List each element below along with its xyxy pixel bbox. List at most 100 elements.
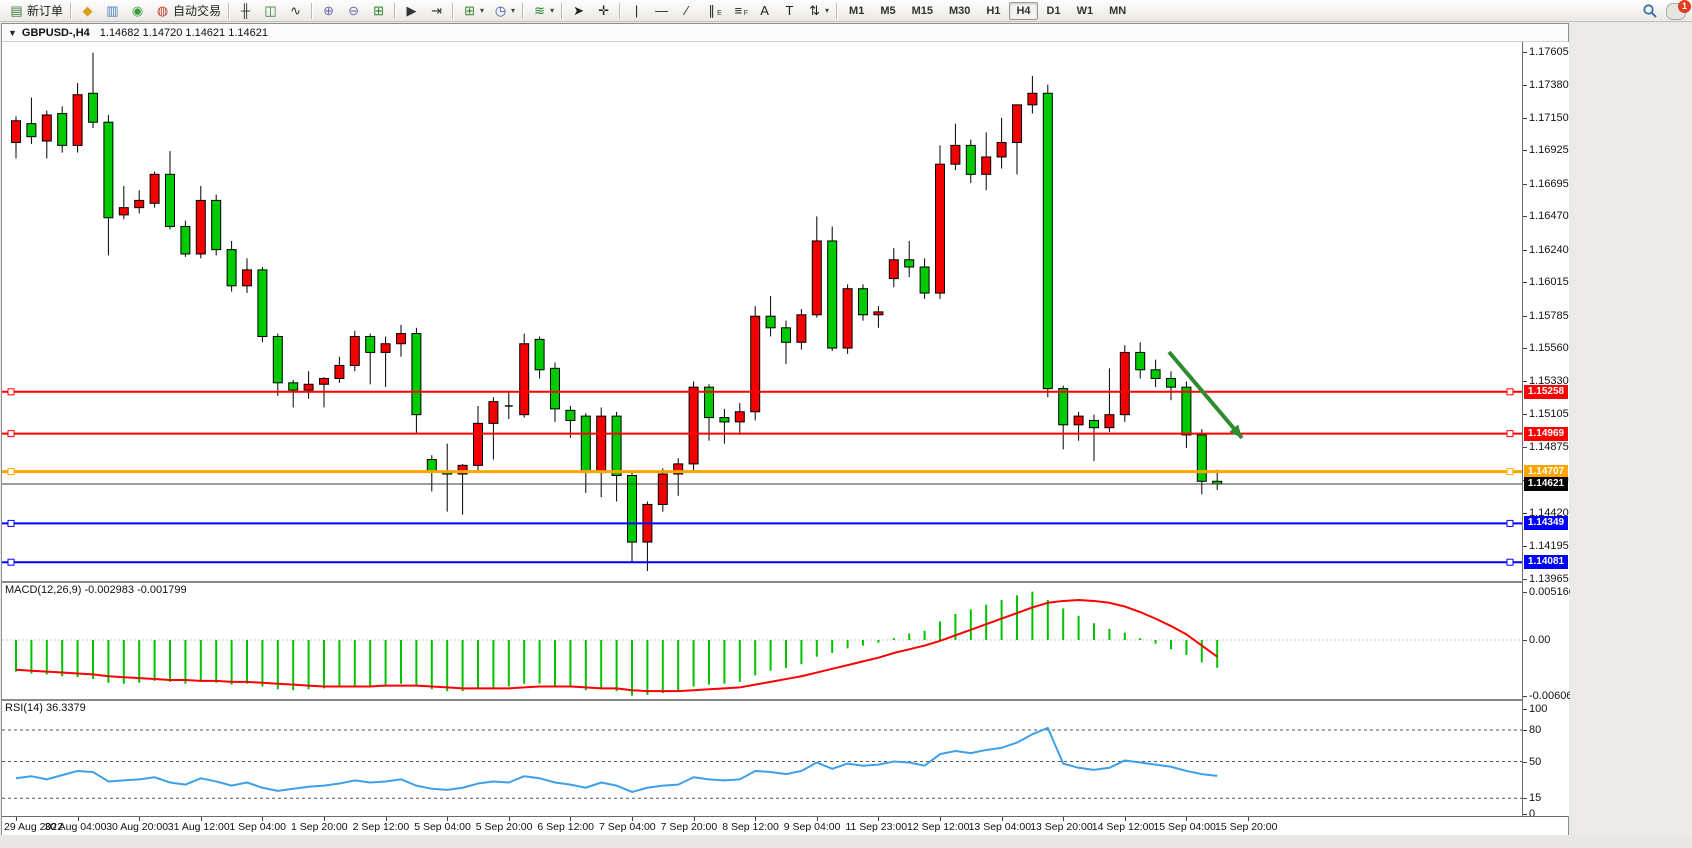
time-axis-label: 15 Sep 04:00 [1153, 821, 1215, 833]
trendline-icon[interactable]: ∕ [674, 1, 699, 21]
bar-chart-icon: ╫ [237, 3, 254, 19]
candle [427, 460, 436, 472]
vline-icon: | [628, 3, 645, 19]
candle [812, 241, 821, 315]
auto-scroll-icon[interactable]: ▶ [399, 1, 424, 21]
candlestick-chart-icon[interactable]: ◫ [258, 1, 283, 21]
toolbar-separator [836, 3, 838, 19]
support-line-blue-2-handle[interactable] [8, 559, 14, 565]
market-watch-icon[interactable]: ◆ [75, 1, 100, 21]
chevron-down-icon[interactable]: ▾ [825, 6, 829, 15]
toolbar-separator [561, 3, 563, 19]
candle [335, 365, 344, 378]
navigator-icon[interactable]: ◉ [125, 1, 150, 21]
candle [366, 336, 375, 352]
time-axis-label: 6 Sep 12:00 [537, 821, 594, 833]
timeframe-button-d1[interactable]: D1 [1040, 2, 1068, 20]
candle [212, 200, 221, 249]
hline-icon[interactable]: — [649, 1, 674, 21]
support-line-orange-handle[interactable] [8, 469, 14, 475]
chart-titlebar[interactable]: ▼ GBPUSD-,H4 1.14682 1.14720 1.14621 1.1… [2, 24, 1568, 42]
time-axis[interactable]: 29 Aug 202230 Aug 04:0030 Aug 20:0031 Au… [2, 816, 1568, 837]
line-chart-icon: ∿ [287, 3, 304, 19]
macd-pane[interactable]: MACD(12,26,9) -0.002983 -0.001799 [2, 583, 1522, 699]
text-icon[interactable]: A [752, 1, 777, 21]
candle [273, 336, 282, 382]
resistance-line-1-handle[interactable] [1507, 389, 1513, 395]
data-window-icon: ▥ [104, 3, 121, 19]
resistance-line-2-handle[interactable] [1507, 431, 1513, 437]
data-window-icon[interactable]: ▥ [100, 1, 125, 21]
time-axis-label: 7 Sep 04:00 [599, 821, 656, 833]
toolbar-separator [522, 3, 524, 19]
channel-icon[interactable]: ∥E [699, 1, 726, 21]
period-clock-icon: ◷ [492, 3, 509, 19]
support-line-blue-1-handle[interactable] [8, 520, 14, 526]
indicators-dropdown[interactable]: ≋▾ [527, 1, 558, 21]
candle [751, 316, 760, 412]
candle [689, 387, 698, 464]
support-line-blue-2-handle[interactable] [1507, 559, 1513, 565]
timeframe-button-w1[interactable]: W1 [1070, 2, 1101, 20]
timeframe-button-h1[interactable]: H1 [979, 2, 1007, 20]
label-icon[interactable]: T [777, 1, 802, 21]
resistance-line-1-handle[interactable] [8, 389, 14, 395]
timeframe-button-m5[interactable]: M5 [873, 2, 902, 20]
price-axis[interactable]: 1.176051.173801.171501.169251.166951.164… [1522, 42, 1569, 816]
timeframe-button-h4[interactable]: H4 [1009, 2, 1037, 20]
vline-icon[interactable]: | [624, 1, 649, 21]
time-axis-label: 1 Sep 20:00 [291, 821, 348, 833]
arrows-dropdown[interactable]: ⇅▾ [802, 1, 833, 21]
chevron-down-icon[interactable]: ▾ [480, 6, 484, 15]
support-line-blue-2-price-badge: 1.14081 [1524, 555, 1568, 569]
fibonacci-icon[interactable]: ≡F [726, 1, 752, 21]
line-chart-icon[interactable]: ∿ [283, 1, 308, 21]
time-axis-label: 13 Sep 04:00 [969, 821, 1031, 833]
timeframe-button-m15[interactable]: M15 [905, 2, 940, 20]
timeframe-button-m1[interactable]: M1 [842, 2, 871, 20]
price-pane[interactable] [2, 42, 1522, 581]
rsi-pane[interactable]: RSI(14) 36.3379 [2, 701, 1522, 816]
bar-chart-icon[interactable]: ╫ [233, 1, 258, 21]
support-line-blue-1-handle[interactable] [1507, 520, 1513, 526]
macd-label: MACD(12,26,9) -0.002983 -0.001799 [5, 584, 187, 596]
chevron-down-icon[interactable]: ▾ [511, 6, 515, 15]
toolbar-separator [619, 3, 621, 19]
timeframe-button-m30[interactable]: M30 [942, 2, 977, 20]
toolbar-separator [311, 3, 313, 19]
new-order-button: ▤ [8, 3, 25, 19]
candle [1013, 105, 1022, 143]
time-axis-label: 15 Sep 20:00 [1215, 821, 1277, 833]
price-tick-label: 1.16015 [1529, 276, 1569, 288]
price-tick-label: 1.17380 [1529, 79, 1569, 91]
rsi-tick-label: 15 [1529, 792, 1541, 804]
bearish-arrow-annotation[interactable] [1169, 352, 1242, 438]
tile-windows-icon[interactable]: ⊞ [366, 1, 391, 21]
notification-badge: 1 [1678, 0, 1691, 13]
zoom-out-icon[interactable]: ⊖ [341, 1, 366, 21]
chart-shift-icon[interactable]: ⇥ [424, 1, 449, 21]
navigator-icon: ◉ [129, 3, 146, 19]
price-tick-label: 1.16240 [1529, 244, 1569, 256]
candle [289, 383, 298, 390]
resistance-line-2-handle[interactable] [8, 431, 14, 437]
new-chart-dropdown[interactable]: ⊞▾ [457, 1, 488, 21]
rsi-tick-label: 50 [1529, 756, 1541, 768]
candle [27, 124, 36, 137]
autotrading-button[interactable]: ◍自动交易 [150, 1, 225, 21]
time-axis-label: 31 Aug 12:00 [168, 821, 230, 833]
time-axis-label: 11 Sep 23:00 [845, 821, 907, 833]
chevron-down-icon[interactable]: ▾ [550, 6, 554, 15]
candle [843, 289, 852, 348]
cursor-icon[interactable]: ➤ [566, 1, 591, 21]
new-order-button[interactable]: ▤新订单 [4, 1, 67, 21]
crosshair-icon[interactable]: ✛ [591, 1, 616, 21]
support-line-orange-handle[interactable] [1507, 469, 1513, 475]
chat-icon[interactable]: 1 [1666, 3, 1686, 20]
period-clock-icon[interactable]: ◷▾ [488, 1, 519, 21]
search-icon[interactable] [1642, 3, 1658, 19]
zoom-in-icon[interactable]: ⊕ [316, 1, 341, 21]
candle [520, 344, 529, 415]
timeframe-button-mn[interactable]: MN [1102, 2, 1133, 20]
chevron-down-icon[interactable]: ▼ [8, 28, 17, 38]
